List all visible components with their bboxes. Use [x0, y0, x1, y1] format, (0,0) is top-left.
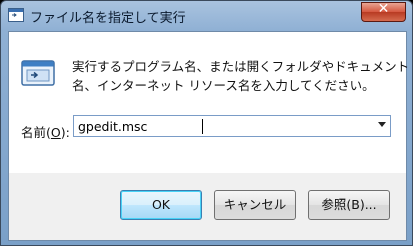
- instruction-line-2: 名、インターネット リソース名を入力してください。: [72, 78, 375, 93]
- close-button[interactable]: ✕: [361, 1, 406, 22]
- name-label: 名前(O):: [21, 122, 70, 141]
- close-icon: ✕: [377, 1, 390, 17]
- chevron-down-icon[interactable]: [378, 122, 386, 127]
- instruction-line-1: 実行するプログラム名、または開くフォルダやドキュメント: [72, 59, 410, 74]
- command-combobox[interactable]: gpedit.msc: [73, 115, 391, 137]
- run-program-icon: [21, 60, 55, 86]
- cancel-button[interactable]: キャンセル: [214, 190, 296, 220]
- name-label-prefix: 名前(: [21, 125, 51, 140]
- run-dialog-window: ファイル名を指定して実行 ✕ 実行するプログラム名、または開くフォルダやドキュメ…: [0, 0, 413, 246]
- text-cursor: [202, 119, 203, 134]
- instruction-text: 実行するプログラム名、または開くフォルダやドキュメント 名、インターネット リソ…: [72, 57, 409, 95]
- ok-button[interactable]: OK: [120, 190, 202, 220]
- name-label-suffix: ):: [60, 125, 70, 140]
- command-input[interactable]: gpedit.msc: [78, 119, 147, 134]
- browse-button[interactable]: 参照(B)...: [308, 190, 390, 220]
- run-window-icon: [8, 8, 24, 22]
- name-label-access-key: O: [50, 125, 61, 140]
- content-area: 実行するプログラム名、または開くフォルダやドキュメント 名、インターネット リソ…: [9, 32, 409, 173]
- dialog-body: 実行するプログラム名、または開くフォルダやドキュメント 名、インターネット リソ…: [8, 31, 409, 241]
- title-bar[interactable]: ファイル名を指定して実行 ✕: [1, 1, 412, 31]
- window-title: ファイル名を指定して実行: [30, 11, 186, 26]
